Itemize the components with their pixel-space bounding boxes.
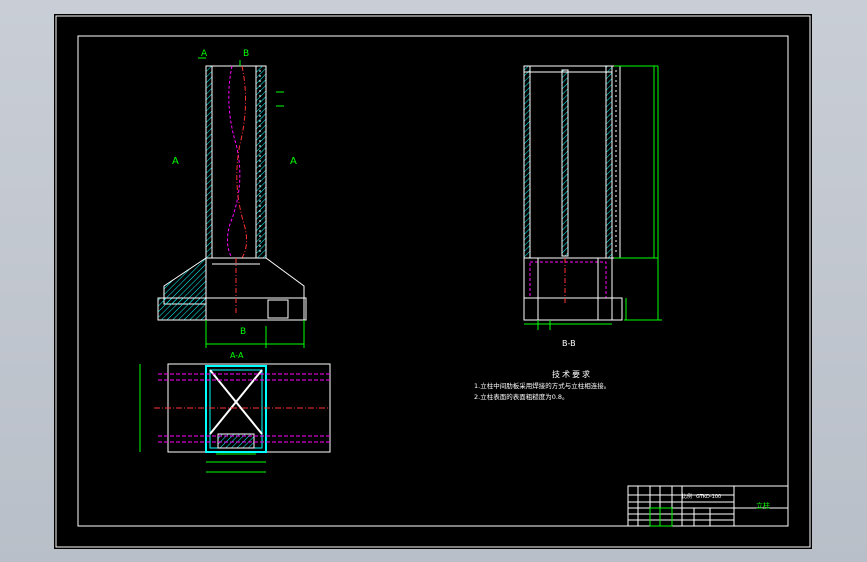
tech-req-item-1: 1.立柱中间肋板采用焊接的方式与立柱相连接。 — [474, 381, 610, 390]
section-bb-view — [523, 65, 662, 330]
section-mark-a-left: A — [172, 156, 179, 167]
title-block-scale-note: 比例 — [682, 493, 692, 500]
tech-req-item-2: 2.立柱表面的表面粗糙度为0.8。 — [474, 392, 569, 401]
title-block: 比例 GTKD-100 立柱 — [627, 485, 789, 527]
technical-requirements: 技术要求 1.立柱中间肋板采用焊接的方式与立柱相连接。 2.立柱表面的表面粗糙度… — [474, 369, 610, 401]
view-label-aa: A-A — [230, 351, 244, 360]
view-label-bb: B-B — [562, 339, 576, 348]
cad-drawing: A B A A B A-A B-B 技术要求 1.立柱中间肋板采用焊接的方式与立… — [55, 15, 811, 548]
title-block-part-name: 立柱 — [756, 501, 770, 510]
sheet-outer-border — [55, 15, 811, 548]
drawing-sheet: A B A A B A-A B-B 技术要求 1.立柱中间肋板采用焊接的方式与立… — [54, 14, 812, 549]
title-block-code: GTKD-100 — [696, 494, 721, 500]
tech-req-heading: 技术要求 — [552, 369, 592, 379]
section-mark-a-right: A — [290, 156, 297, 167]
section-aa-plan — [139, 363, 331, 473]
section-mark-a-top: A — [201, 49, 208, 59]
section-mark-b-bottom: B — [240, 327, 246, 337]
front-view — [157, 65, 307, 348]
section-mark-b-top: B — [243, 49, 249, 59]
